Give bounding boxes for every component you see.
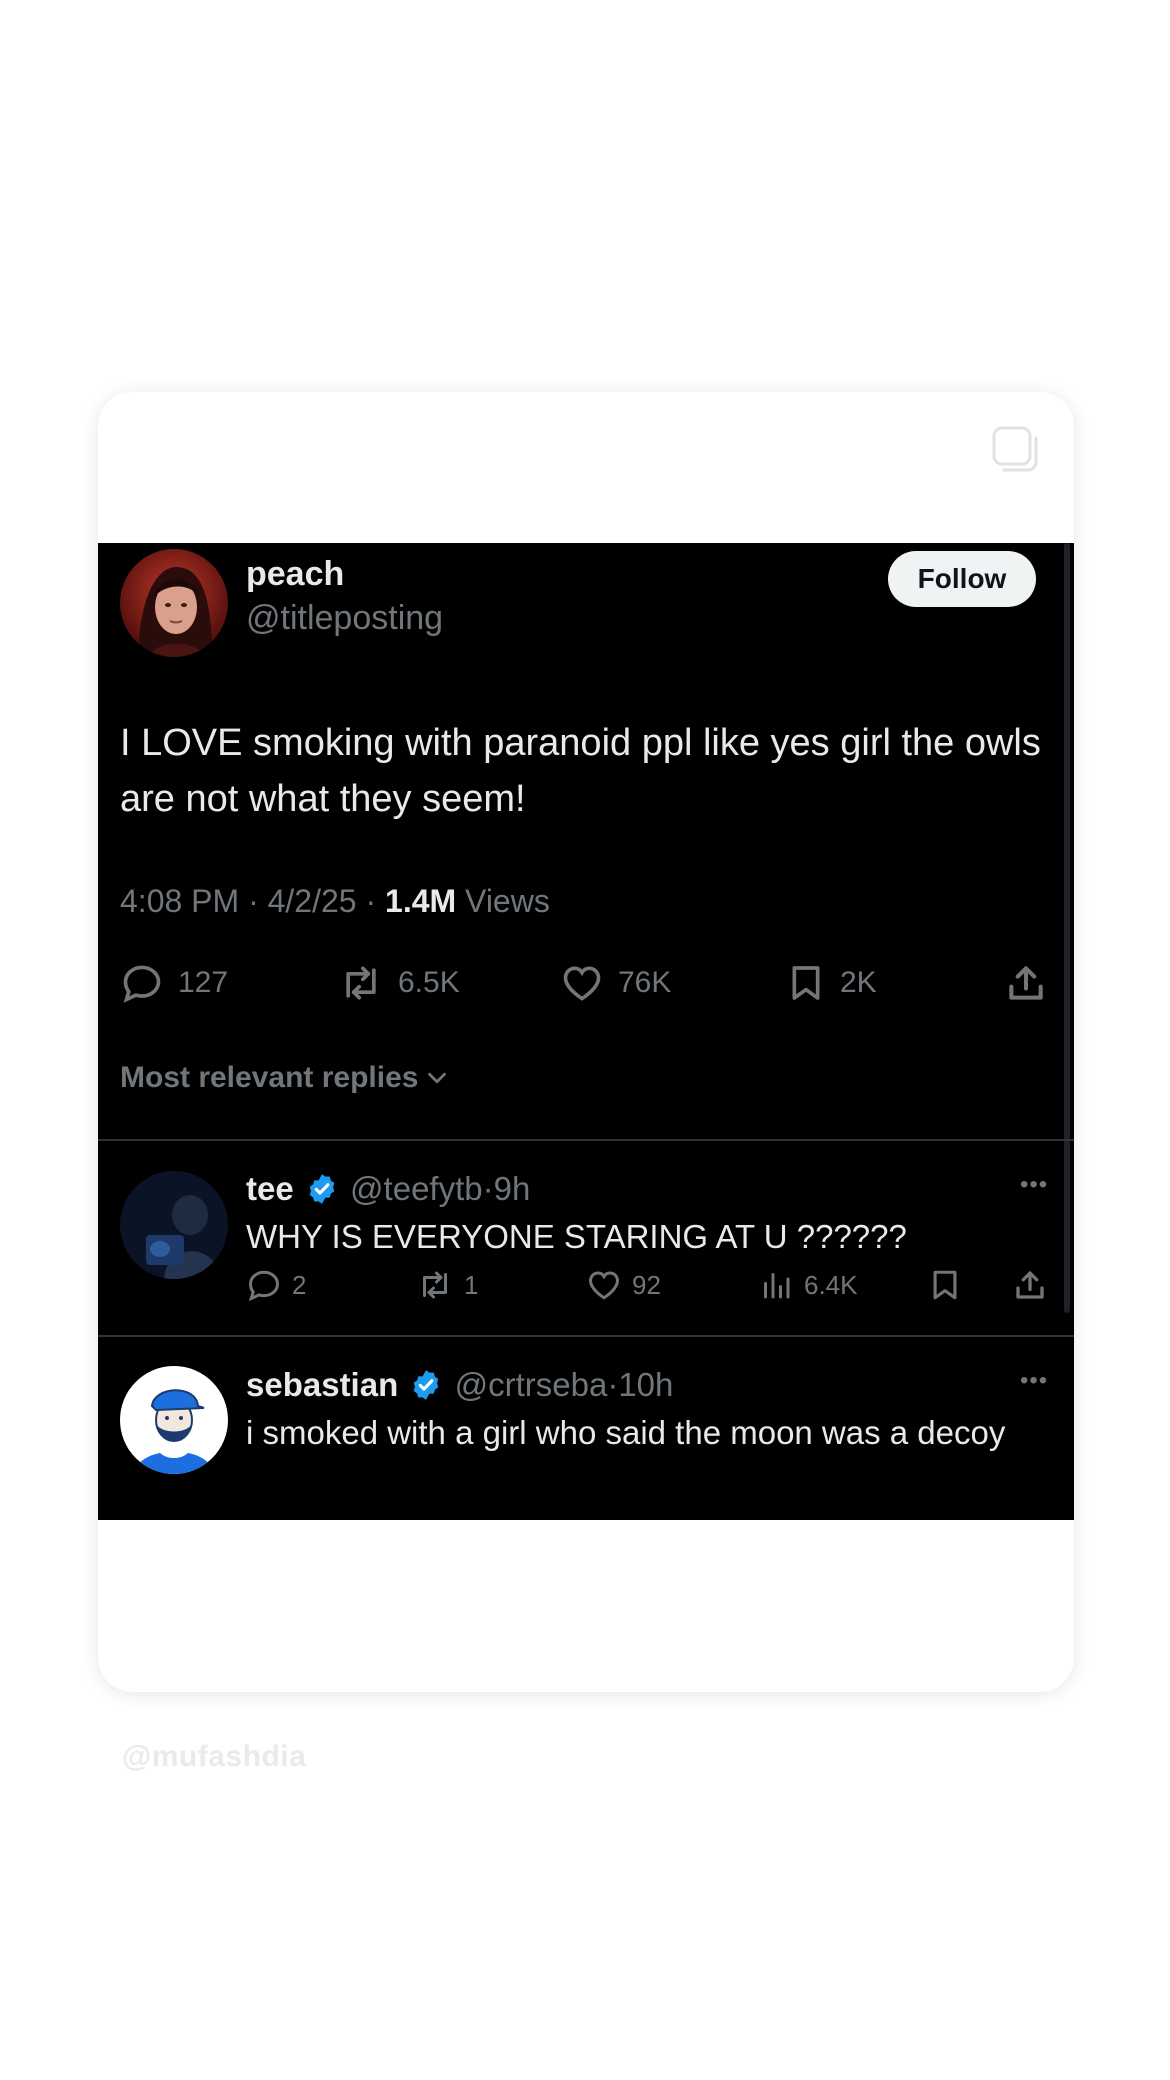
- views-count: 6.4K: [804, 1269, 858, 1300]
- reply-icon: [123, 965, 161, 1003]
- reply-button[interactable]: 127: [120, 961, 228, 1005]
- heart-icon: [563, 966, 601, 1001]
- repost-icon: [423, 1271, 447, 1299]
- views-label: Views: [465, 883, 550, 919]
- meta-separator: ·: [607, 1366, 619, 1403]
- bookmark-count: 2K: [840, 966, 877, 999]
- post-text: I LOVE smoking with paranoid ppl like ye…: [120, 722, 1041, 820]
- meta-separator: ·: [248, 883, 259, 919]
- reply-count: 2: [292, 1269, 307, 1300]
- repost-count: 6.5K: [398, 966, 460, 999]
- reply-text: WHY IS EVERYONE STARING AT U ??????: [246, 1218, 907, 1255]
- repost-button[interactable]: 6.5K: [338, 961, 460, 1005]
- post-meta: 4:08 PM · 4/2/25 · 1.4M Views: [120, 883, 550, 920]
- bookmark-icon: [792, 966, 820, 1000]
- views-button[interactable]: 6.4K: [758, 1267, 858, 1303]
- bookmark-button[interactable]: 2K: [786, 961, 877, 1005]
- divider: [98, 1335, 1074, 1337]
- repost-icon: [346, 966, 376, 1000]
- reply-icon: [248, 1270, 280, 1302]
- reply-author-handle[interactable]: @crtrseba: [455, 1366, 608, 1403]
- like-button[interactable]: 92: [586, 1267, 661, 1303]
- reply-header: tee @teefytb·9h: [246, 1165, 1046, 1213]
- share-icon: [1016, 1271, 1044, 1299]
- reply-time: 10h: [618, 1366, 674, 1403]
- share-button[interactable]: [1012, 1267, 1048, 1303]
- share-button[interactable]: [1004, 961, 1048, 1005]
- reply-author-name[interactable]: tee: [246, 1170, 294, 1207]
- reply-author-handle[interactable]: @teefytb: [350, 1170, 483, 1207]
- post-time: 4:08 PM: [120, 883, 240, 919]
- verified-badge-icon: [414, 1370, 439, 1400]
- chevron-down-icon: [428, 1072, 447, 1084]
- meta-separator: ·: [482, 1170, 494, 1207]
- heart-icon: [588, 1271, 620, 1300]
- views-count: 1.4M: [385, 883, 457, 919]
- like-count: 92: [632, 1269, 661, 1300]
- watermark: @mufashdia: [122, 1740, 307, 1773]
- copy-icon[interactable]: [990, 424, 1042, 476]
- more-options-icon[interactable]: •••: [1020, 1367, 1048, 1395]
- bookmark-icon: [933, 1270, 957, 1300]
- reply-count: 127: [178, 966, 229, 999]
- repost-button[interactable]: 1: [416, 1267, 478, 1303]
- reply-time: 9h: [493, 1170, 531, 1207]
- reply-header: sebastian @crtrseba·10h: [246, 1361, 1046, 1409]
- post-date: 4/2/25: [267, 883, 357, 919]
- reply-text: i smoked with a girl who said the moon w…: [246, 1414, 1006, 1451]
- tweet-screenshot: peach @titleposting Follow I LOVE smokin…: [98, 543, 1074, 1520]
- author-name[interactable]: peach: [246, 555, 344, 594]
- follow-button[interactable]: Follow: [888, 551, 1036, 607]
- like-count: 76K: [618, 966, 672, 999]
- views-chart-icon: [764, 1273, 790, 1299]
- divider: [98, 1139, 1074, 1141]
- reply-button[interactable]: 2: [246, 1267, 306, 1303]
- reply-author-name[interactable]: sebastian: [246, 1366, 398, 1403]
- more-options-icon[interactable]: •••: [1020, 1171, 1048, 1199]
- repost-count: 1: [464, 1269, 479, 1300]
- scrollbar[interactable]: [1064, 543, 1070, 1313]
- like-button[interactable]: 76K: [560, 961, 671, 1005]
- bookmark-button[interactable]: [928, 1267, 962, 1303]
- avatar[interactable]: [120, 1171, 228, 1279]
- avatar[interactable]: [120, 1366, 228, 1474]
- replies-sort-dropdown[interactable]: Most relevant replies: [120, 1061, 452, 1095]
- share-icon: [1009, 966, 1043, 1000]
- verified-badge-icon: [309, 1174, 335, 1204]
- avatar[interactable]: [120, 549, 228, 657]
- replies-sort-label: Most relevant replies: [120, 1061, 419, 1094]
- meta-separator: ·: [365, 883, 377, 919]
- author-handle[interactable]: @titleposting: [246, 599, 443, 638]
